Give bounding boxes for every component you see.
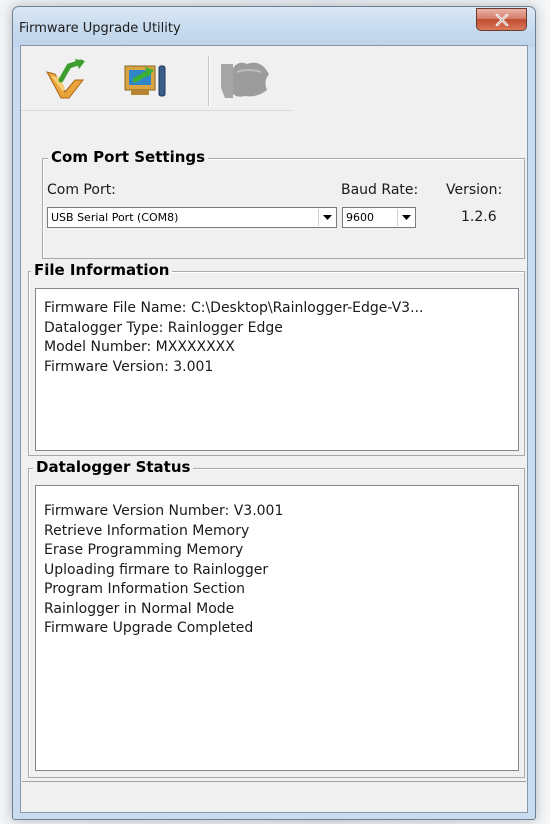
file-information-group: File Information Firmware File Name: C:\… xyxy=(28,261,525,456)
file-information-textbox[interactable]: Firmware File Name: C:\Desktop\Rainlogge… xyxy=(35,288,519,451)
status-line: Uploading firmare to Rainlogger xyxy=(44,561,269,578)
status-line: Firmware Upgrade Completed xyxy=(44,620,254,636)
close-icon xyxy=(495,13,508,26)
open-firmware-button[interactable] xyxy=(41,58,89,100)
version-label: Version: xyxy=(446,182,503,198)
com-port-settings-title: Com Port Settings xyxy=(48,148,209,166)
status-line: Firmware Version Number: V3.001 xyxy=(44,503,284,519)
datalogger-status-title: Datalogger Status xyxy=(33,458,194,476)
datalogger-status-group: Datalogger Status Firmware Version Numbe… xyxy=(28,458,525,778)
chevron-down-icon xyxy=(322,215,332,220)
logger-device-icon xyxy=(221,62,269,98)
baud-rate-dropdown-button[interactable] xyxy=(397,209,414,226)
com-port-dropdown-button[interactable] xyxy=(318,209,335,226)
firmware-upgrade-window: Firmware Upgrade Utility Com Port Settin… xyxy=(12,6,536,820)
upload-to-device-icon xyxy=(124,65,166,97)
logger-device-button[interactable] xyxy=(217,58,269,100)
title-bar[interactable]: Firmware Upgrade Utility xyxy=(13,7,535,47)
window-title: Firmware Upgrade Utility xyxy=(19,21,181,36)
datalogger-status-textbox[interactable]: Firmware Version Number: V3.001 Retrieve… xyxy=(35,485,519,771)
chevron-down-icon xyxy=(401,215,411,220)
file-information-title: File Information xyxy=(31,261,173,279)
com-port-settings-group: Com Port Settings Com Port: USB Serial P… xyxy=(42,148,525,259)
status-bar xyxy=(22,781,526,811)
file-info-line: Datalogger Type: Rainlogger Edge xyxy=(44,319,283,336)
status-line: Erase Programming Memory xyxy=(44,542,244,558)
file-info-line: Model Number: MXXXXXXX xyxy=(44,339,235,355)
baud-rate-select[interactable]: 9600 xyxy=(342,207,416,228)
toolbar-separator xyxy=(208,56,209,106)
status-line: Program Information Section xyxy=(44,581,246,597)
com-port-label: Com Port: xyxy=(47,182,116,198)
status-line: Retrieve Information Memory xyxy=(44,522,250,539)
close-button[interactable] xyxy=(476,8,527,31)
com-port-select[interactable]: USB Serial Port (COM8) xyxy=(47,207,337,228)
file-info-line: Firmware File Name: C:\Desktop\Rainlogge… xyxy=(44,300,424,316)
toolbar xyxy=(21,46,293,111)
baud-rate-value: 9600 xyxy=(346,211,374,224)
file-info-line: Firmware Version: 3.001 xyxy=(44,358,214,375)
upload-firmware-button[interactable] xyxy=(121,58,169,100)
com-port-value: USB Serial Port (COM8) xyxy=(51,211,179,224)
version-value: 1.2.6 xyxy=(461,209,497,225)
baud-rate-label: Baud Rate: xyxy=(341,182,419,198)
open-firmware-icon xyxy=(46,59,85,99)
client-area: Com Port Settings Com Port: USB Serial P… xyxy=(20,45,528,813)
status-line: Rainlogger in Normal Mode xyxy=(44,600,235,617)
